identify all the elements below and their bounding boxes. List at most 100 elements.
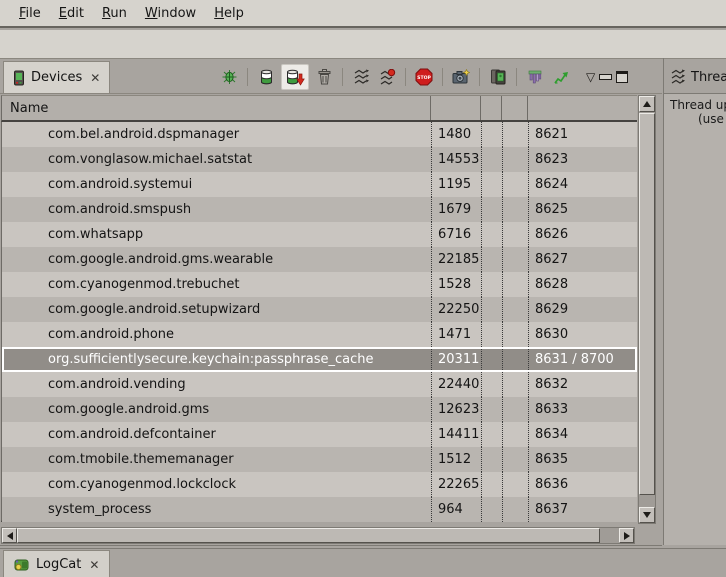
table-row[interactable]: com.android.smspush16798625 — [2, 197, 637, 222]
process-name-cell: com.cyanogenmod.lockclock — [2, 472, 431, 497]
maximize-icon[interactable] — [616, 71, 628, 83]
menu-window[interactable]: Window — [136, 3, 205, 24]
process-name-cell: com.android.defcontainer — [2, 422, 431, 447]
pid-cell: 1195 — [431, 172, 481, 197]
column-separator[interactable] — [430, 96, 431, 120]
thread-status-cell — [502, 222, 528, 247]
table-row[interactable]: com.android.systemui11958624 — [2, 172, 637, 197]
cause-gc-icon[interactable] — [313, 66, 335, 88]
column-separator[interactable] — [480, 96, 481, 120]
thread-status-cell — [502, 422, 528, 447]
pid-cell: 1528 — [431, 272, 481, 297]
threads-message-line2: (use toolbar button to enable) — [664, 112, 726, 126]
debug-process-icon[interactable] — [218, 66, 240, 88]
table-row[interactable]: com.google.android.gms126238633 — [2, 397, 637, 422]
table-row[interactable]: com.android.vending224408632 — [2, 372, 637, 397]
tab-threads[interactable]: Threads — [667, 61, 726, 93]
scroll-left-button[interactable] — [2, 528, 17, 543]
pid-cell: 964 — [431, 497, 481, 522]
table-row[interactable]: com.android.defcontainer144118634 — [2, 422, 637, 447]
thread-status-cell — [502, 122, 528, 147]
menu-file[interactable]: File — [10, 3, 50, 24]
column-separator[interactable] — [501, 96, 502, 120]
trend-arrow-icon[interactable] — [550, 66, 572, 88]
process-name-cell: com.android.smspush — [2, 197, 431, 222]
heap-status-cell — [481, 247, 502, 272]
process-name-cell: com.android.phone — [2, 322, 431, 347]
process-name-cell: org.sufficientlysecure.keychain:passphra… — [2, 347, 431, 372]
table-header[interactable]: Name — [1, 95, 637, 122]
process-name-cell: com.whatsapp — [2, 222, 431, 247]
thread-status-cell — [502, 272, 528, 297]
horizontal-scrollbar[interactable] — [1, 527, 635, 544]
port-cell: 8633 — [528, 397, 637, 422]
heap-status-cell — [481, 322, 502, 347]
thread-status-cell — [502, 172, 528, 197]
update-threads-icon[interactable] — [350, 66, 372, 88]
port-cell: 8628 — [528, 272, 637, 297]
close-icon[interactable]: ✕ — [90, 71, 100, 85]
view-menu-icon[interactable]: ▽ — [586, 70, 595, 84]
pid-cell: 1480 — [431, 122, 481, 147]
table-row[interactable]: system_process9648637 — [2, 497, 637, 522]
table-row[interactable]: com.vonglasow.michael.satstat145538623 — [2, 147, 637, 172]
toolbar-separator — [442, 68, 443, 86]
heap-status-cell — [481, 347, 502, 372]
port-cell: 8637 — [528, 497, 637, 522]
table-row[interactable]: com.cyanogenmod.trebuchet15288628 — [2, 272, 637, 297]
thread-status-cell — [502, 297, 528, 322]
stop-label: STOP — [417, 75, 431, 81]
vertical-scrollbar[interactable] — [638, 95, 656, 524]
table-row[interactable]: com.cyanogenmod.lockclock222658636 — [2, 472, 637, 497]
tab-logcat[interactable]: LogCat ✕ — [3, 550, 110, 577]
column-separator[interactable] — [527, 96, 528, 120]
port-cell: 8626 — [528, 222, 637, 247]
process-name-cell: com.android.systemui — [2, 172, 431, 197]
pid-cell: 22185 — [431, 247, 481, 272]
scroll-right-button[interactable] — [619, 528, 634, 543]
dump-hprof-icon[interactable] — [281, 64, 309, 90]
start-method-profiling-icon[interactable] — [376, 66, 398, 88]
thread-status-cell — [502, 197, 528, 222]
tab-devices[interactable]: Devices ✕ — [3, 61, 110, 93]
stop-process-icon[interactable]: STOP — [413, 66, 435, 88]
panel-divider — [0, 58, 726, 59]
table-row[interactable]: com.google.android.setupwizard222508629 — [2, 297, 637, 322]
process-name-cell: com.vonglasow.michael.satstat — [2, 147, 431, 172]
toolbar-separator — [405, 68, 406, 86]
pid-cell: 1512 — [431, 447, 481, 472]
table-row[interactable]: com.bel.android.dspmanager14808621 — [2, 122, 637, 147]
table-row[interactable]: com.whatsapp67168626 — [2, 222, 637, 247]
minimize-icon[interactable] — [599, 74, 612, 80]
menu-run[interactable]: Run — [93, 3, 136, 24]
update-heap-icon[interactable] — [255, 66, 277, 88]
thread-status-cell — [502, 397, 528, 422]
heap-status-cell — [481, 372, 502, 397]
toolbar-separator — [342, 68, 343, 86]
scroll-up-button[interactable] — [639, 96, 655, 112]
tab-logcat-label: LogCat — [36, 557, 81, 572]
horizontal-scroll-thumb[interactable] — [17, 528, 600, 543]
heap-status-cell — [481, 397, 502, 422]
menu-edit[interactable]: Edit — [50, 3, 93, 24]
vertical-scroll-thumb[interactable] — [639, 113, 655, 495]
tabbar-baseline — [0, 93, 662, 94]
table-row[interactable]: org.sufficientlysecure.keychain:passphra… — [2, 347, 637, 372]
pid-cell: 20311 — [431, 347, 481, 372]
logcat-icon — [14, 557, 30, 573]
screen-capture-icon[interactable] — [450, 66, 472, 88]
bar-chart-icon[interactable] — [524, 66, 546, 88]
port-cell: 8630 — [528, 322, 637, 347]
tab-threads-label: Threads — [691, 70, 726, 85]
table-row[interactable]: com.google.android.gms.wearable221858627 — [2, 247, 637, 272]
table-row[interactable]: com.android.phone14718630 — [2, 322, 637, 347]
table-row[interactable]: com.tmobile.thememanager15128635 — [2, 447, 637, 472]
device-phone-icon[interactable] — [487, 66, 509, 88]
heap-status-cell — [481, 147, 502, 172]
toolbar-band — [0, 30, 726, 58]
port-cell: 8636 — [528, 472, 637, 497]
menu-help[interactable]: Help — [205, 3, 253, 24]
name-column-header[interactable]: Name — [10, 101, 48, 116]
close-icon[interactable]: ✕ — [89, 558, 99, 572]
scroll-down-button[interactable] — [639, 507, 655, 523]
